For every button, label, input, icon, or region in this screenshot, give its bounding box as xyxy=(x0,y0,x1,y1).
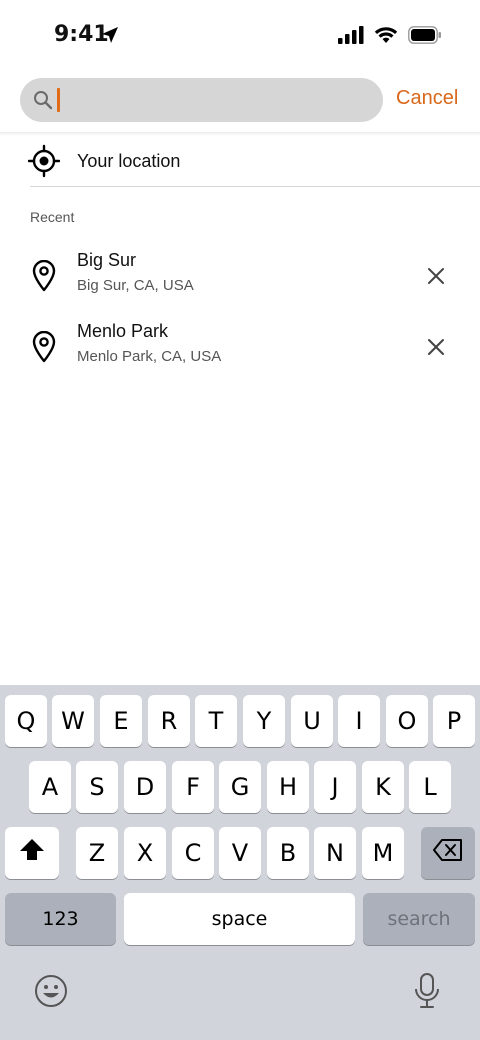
search-icon xyxy=(32,89,54,116)
keyboard: Q W E R T Y U I O P A S D F G H J K L Z … xyxy=(0,685,480,1040)
close-icon[interactable] xyxy=(422,333,450,361)
search-row: Cancel xyxy=(0,72,480,132)
key-g[interactable]: G xyxy=(219,761,261,813)
key-d[interactable]: D xyxy=(124,761,166,813)
recent-header: Recent xyxy=(30,209,75,225)
your-location-label: Your location xyxy=(77,151,181,171)
key-k[interactable]: K xyxy=(362,761,404,813)
space-key[interactable]: space xyxy=(124,893,355,945)
key-h[interactable]: H xyxy=(267,761,309,813)
key-w[interactable]: W xyxy=(52,695,94,747)
signal-icon xyxy=(338,26,364,49)
key-z[interactable]: Z xyxy=(76,827,118,879)
key-i[interactable]: I xyxy=(338,695,380,747)
key-s[interactable]: S xyxy=(76,761,118,813)
emoji-icon[interactable] xyxy=(34,974,68,1013)
status-bar: 9:41 xyxy=(0,0,480,70)
wifi-icon xyxy=(374,26,398,49)
status-icons xyxy=(338,26,442,49)
key-u[interactable]: U xyxy=(291,695,333,747)
backspace-icon xyxy=(433,839,463,867)
key-f[interactable]: F xyxy=(172,761,214,813)
cancel-button[interactable]: Cancel xyxy=(396,87,458,110)
map-pin-icon xyxy=(31,259,57,297)
key-v[interactable]: V xyxy=(219,827,261,879)
key-l[interactable]: L xyxy=(409,761,451,813)
key-m[interactable]: M xyxy=(362,827,404,879)
key-e[interactable]: E xyxy=(100,695,142,747)
search-key[interactable]: search xyxy=(363,893,475,945)
key-y[interactable]: Y xyxy=(243,695,285,747)
shift-key[interactable] xyxy=(5,827,59,879)
numbers-key[interactable]: 123 xyxy=(5,893,116,945)
key-a[interactable]: A xyxy=(29,761,71,813)
recent-item[interactable]: Menlo Park Menlo Park, CA, USA xyxy=(0,311,480,375)
location-arrow-icon xyxy=(100,25,120,50)
recent-item[interactable]: Big Sur Big Sur, CA, USA xyxy=(0,240,480,304)
shift-icon xyxy=(19,838,45,868)
recent-item-subtitle: Menlo Park, CA, USA xyxy=(77,348,222,365)
microphone-icon[interactable] xyxy=(414,972,440,1015)
text-caret xyxy=(57,88,60,112)
key-x[interactable]: X xyxy=(124,827,166,879)
backspace-key[interactable] xyxy=(421,827,475,879)
key-o[interactable]: O xyxy=(386,695,428,747)
key-p[interactable]: P xyxy=(433,695,475,747)
close-icon[interactable] xyxy=(422,262,450,290)
recent-item-title: Menlo Park xyxy=(77,321,169,341)
recent-item-title: Big Sur xyxy=(77,250,137,270)
battery-icon xyxy=(408,26,442,49)
your-location-row[interactable]: Your location xyxy=(0,140,480,186)
divider xyxy=(30,186,480,187)
key-r[interactable]: R xyxy=(148,695,190,747)
search-box[interactable] xyxy=(20,78,383,122)
key-q[interactable]: Q xyxy=(5,695,47,747)
search-input[interactable] xyxy=(64,84,368,118)
recent-item-subtitle: Big Sur, CA, USA xyxy=(77,277,194,294)
key-n[interactable]: N xyxy=(314,827,356,879)
key-c[interactable]: C xyxy=(172,827,214,879)
key-j[interactable]: J xyxy=(314,761,356,813)
key-b[interactable]: B xyxy=(267,827,309,879)
map-pin-icon xyxy=(31,330,57,368)
key-t[interactable]: T xyxy=(195,695,237,747)
header-divider xyxy=(0,132,480,136)
target-icon xyxy=(27,144,61,183)
